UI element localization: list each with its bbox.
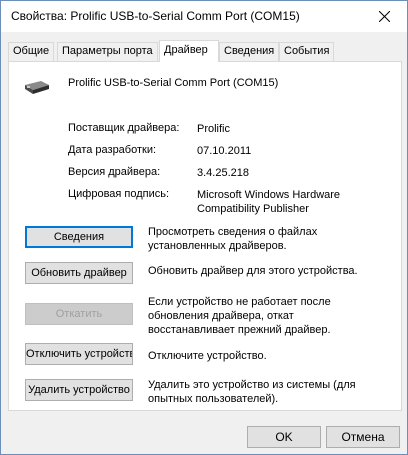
- signature-value-line1: Microsoft Windows Hardware: [197, 189, 341, 201]
- uninstall-desc-line2: опытных пользователей).: [148, 393, 279, 405]
- version-value: 3.4.25.218: [197, 167, 249, 179]
- rollback-driver-button: Откатить: [25, 303, 133, 325]
- tab-general[interactable]: Общие: [8, 42, 55, 61]
- rollback-driver-description: Если устройство не работает после обновл…: [148, 295, 378, 337]
- details-desc-line1: Просмотреть сведения о файлах: [148, 226, 318, 238]
- properties-dialog: Свойства: Prolific USB-to-Serial Comm Po…: [0, 0, 408, 455]
- uninstall-desc-line1: Удалить это устройство из системы (для: [148, 379, 356, 391]
- provider-label: Поставщик драйвера:: [68, 122, 180, 134]
- update-driver-description: Обновить драйвер для этого устройства.: [148, 265, 358, 277]
- details-desc-line2: установленных драйверов.: [148, 240, 287, 252]
- driver-details-description: Просмотреть сведения о файлах установлен…: [148, 225, 378, 253]
- rollback-desc-line3: восстанавливает прежний драйвер.: [148, 324, 331, 336]
- version-label: Версия драйвера:: [68, 166, 161, 178]
- device-name: Prolific USB-to-Serial Comm Port (COM15): [68, 77, 279, 89]
- signature-label: Цифровая подпись:: [68, 188, 170, 200]
- close-button[interactable]: [361, 1, 407, 32]
- tab-events[interactable]: События: [279, 42, 335, 61]
- driver-details-button[interactable]: Сведения: [25, 226, 133, 248]
- rollback-desc-line1: Если устройство не работает после: [148, 296, 331, 308]
- date-value: 07.10.2011: [197, 145, 252, 157]
- tab-details[interactable]: Сведения: [219, 42, 280, 61]
- usb-serial-device-icon: [25, 81, 49, 94]
- cancel-button[interactable]: Отмена: [326, 426, 400, 448]
- uninstall-device-button[interactable]: Удалить устройство: [25, 379, 133, 401]
- title-bar: Свойства: Prolific USB-to-Serial Comm Po…: [1, 1, 407, 32]
- signature-value-line2: Compatibility Publisher: [197, 203, 309, 215]
- window-title: Свойства: Prolific USB-to-Serial Comm Po…: [11, 9, 300, 23]
- rollback-desc-line2: обновления драйвера, откат: [148, 310, 294, 322]
- close-icon: [378, 11, 390, 22]
- ok-button[interactable]: OK: [247, 426, 321, 448]
- provider-value: Prolific: [197, 123, 231, 135]
- disable-device-button[interactable]: Отключить устройство: [25, 343, 133, 365]
- date-label: Дата разработки:: [68, 144, 157, 156]
- uninstall-device-description: Удалить это устройство из системы (для о…: [148, 378, 378, 406]
- tab-strip: Общие Параметры порта Драйвер Сведения С…: [8, 40, 402, 62]
- disable-device-description: Отключите устройство.: [148, 350, 267, 362]
- update-driver-button[interactable]: Обновить драйвер: [25, 262, 133, 284]
- tab-driver[interactable]: Драйвер: [159, 40, 219, 62]
- tab-port-settings[interactable]: Параметры порта: [57, 42, 158, 61]
